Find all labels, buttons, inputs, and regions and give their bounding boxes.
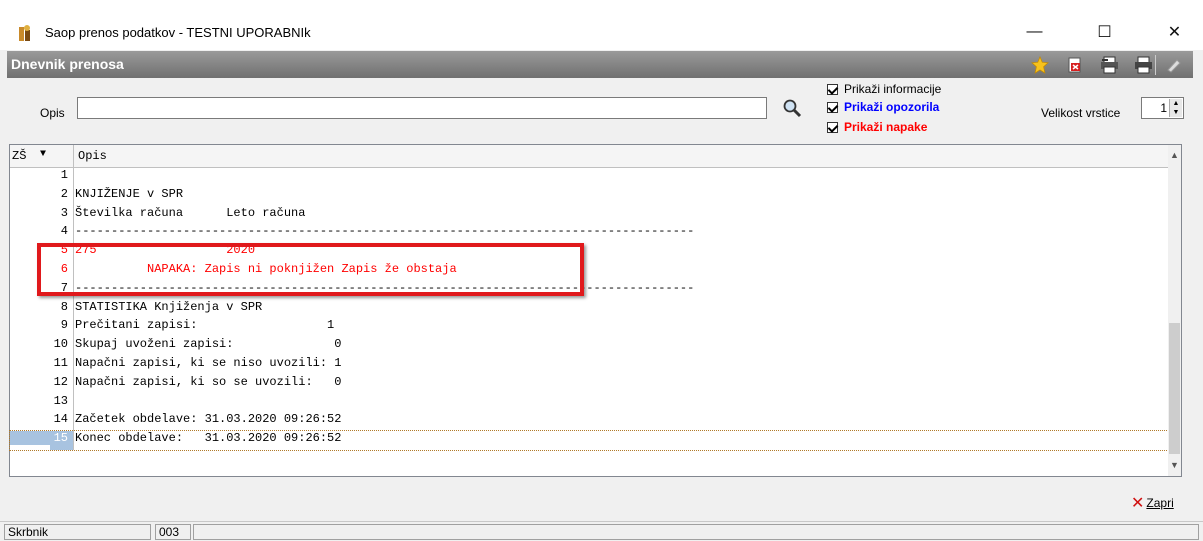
table-row[interactable]: 1 xyxy=(10,168,1168,187)
row-text: Prečitani zapisi: 1 xyxy=(75,318,335,333)
row-size-stepper[interactable]: 1 ▲ ▼ xyxy=(1141,97,1184,119)
status-user: Skrbnik xyxy=(4,524,151,540)
window-title: Saop prenos podatkov - TESTNI UPORABNIk xyxy=(45,25,311,40)
table-row[interactable]: 10 Skupaj uvoženi zapisi: 0 xyxy=(10,337,1168,357)
sort-arrow-icon[interactable]: ▼ xyxy=(40,149,46,160)
vertical-scrollbar[interactable]: ▲ ▼ xyxy=(1168,145,1181,476)
table-row[interactable]: 15 Konec obdelave: 31.03.2020 09:26:52 xyxy=(9,430,1169,452)
print-preview-icon[interactable] xyxy=(1099,54,1121,76)
close-button[interactable]: ✕ Zapri xyxy=(1131,493,1174,513)
table-row[interactable]: 3 Številka računa Leto računa xyxy=(10,205,1168,225)
row-text: STATISTIKA Knjiženja v SPR xyxy=(75,299,263,314)
row-number: 4 xyxy=(60,224,68,239)
grid-header: ZŠ ▼ Opis xyxy=(10,145,1168,168)
search-icon[interactable] xyxy=(778,94,806,122)
show-warnings-label: Prikaži opozorila xyxy=(844,100,940,114)
status-code: 003 xyxy=(155,524,191,540)
opis-search-input[interactable] xyxy=(77,97,767,119)
row-number: 11 xyxy=(53,356,68,370)
column-divider xyxy=(73,224,74,244)
show-info-label: Prikaži informacije xyxy=(844,82,942,96)
column-divider xyxy=(73,374,74,394)
print-icon[interactable] xyxy=(1133,54,1155,76)
maximize-button[interactable]: ☐ xyxy=(1082,14,1127,50)
row-size-label: Velikost vrstice xyxy=(1041,106,1121,120)
error-highlight-box xyxy=(37,243,584,296)
row-number: 12 xyxy=(53,374,68,389)
opis-label: Opis xyxy=(40,106,65,120)
row-number: 8 xyxy=(60,299,68,314)
column-divider xyxy=(73,205,74,225)
show-errors-checkbox[interactable]: Prikaži napake xyxy=(827,120,927,134)
checkbox-checked-icon[interactable] xyxy=(827,83,838,95)
app-icon xyxy=(16,24,36,44)
row-number: 15 xyxy=(10,431,68,446)
row-text: ----------------------------------------… xyxy=(75,224,695,239)
row-text: Konec obdelave: 31.03.2020 09:26:52 xyxy=(75,431,342,446)
scroll-down-icon[interactable]: ▼ xyxy=(1170,460,1179,470)
window-title-bar: Saop prenos podatkov - TESTNI UPORABNIk … xyxy=(0,0,1203,50)
column-opis-header[interactable]: Opis xyxy=(78,149,107,163)
table-row[interactable]: 8 STATISTIKA Knjiženja v SPR xyxy=(10,299,1168,319)
column-divider xyxy=(73,186,74,206)
column-divider xyxy=(73,318,74,338)
row-number: 10 xyxy=(53,337,68,352)
status-extra xyxy=(193,524,1199,540)
column-divider xyxy=(73,168,74,187)
column-divider xyxy=(73,145,74,167)
row-number: 3 xyxy=(60,205,68,220)
panel-header: Dnevnik prenosa xyxy=(7,51,1193,78)
spinner-arrows-icon[interactable]: ▲ ▼ xyxy=(1169,99,1182,117)
table-row[interactable]: 9 Prečitani zapisi: 1 xyxy=(10,318,1168,338)
row-text: Napačni zapisi, ki se niso uvozili: 1 xyxy=(75,356,342,370)
column-divider xyxy=(73,412,74,432)
row-number: 2 xyxy=(60,186,68,201)
scroll-up-icon[interactable]: ▲ xyxy=(1170,150,1179,160)
table-row[interactable]: 2 KNJIŽENJE v SPR xyxy=(10,186,1168,206)
log-grid[interactable]: ZŠ ▼ Opis 1 2 KNJIŽENJE v SPR 3 Številka rač… xyxy=(9,144,1182,477)
row-text: Napačni zapisi, ki so se uvozili: 0 xyxy=(75,374,342,389)
row-number: 1 xyxy=(60,168,68,182)
row-text: Začetek obdelave: 31.03.2020 09:26:52 xyxy=(75,412,342,427)
table-row[interactable]: 11 Napačni zapisi, ki se niso uvozili: 1 xyxy=(10,356,1168,375)
row-number: 9 xyxy=(60,318,68,333)
column-zs-header[interactable]: ZŠ xyxy=(12,149,26,163)
checkbox-checked-icon[interactable] xyxy=(827,121,838,133)
close-button-label: Zapri xyxy=(1146,496,1174,510)
column-divider xyxy=(73,431,74,451)
table-row[interactable]: 14 Začetek obdelave: 31.03.2020 09:26:52 xyxy=(10,412,1168,432)
table-row[interactable]: 4 ---------------------------------------… xyxy=(10,224,1168,244)
column-divider xyxy=(73,337,74,357)
toolbar-divider xyxy=(1155,55,1156,75)
show-errors-label: Prikaži napake xyxy=(844,120,928,134)
table-row[interactable]: 12 Napačni zapisi, ki so se uvozili: 0 xyxy=(10,374,1168,394)
close-x-icon: ✕ xyxy=(1131,495,1145,512)
row-number: 13 xyxy=(53,393,68,408)
show-info-checkbox[interactable]: Prikaži informacije xyxy=(827,82,941,96)
minimize-button[interactable]: — xyxy=(1012,14,1057,50)
column-divider xyxy=(73,393,74,413)
table-row[interactable]: 13 xyxy=(10,393,1168,413)
row-number: 14 xyxy=(53,412,68,427)
show-warnings-checkbox[interactable]: Prikaži opozorila xyxy=(827,100,939,114)
column-divider xyxy=(73,356,74,375)
help-icon[interactable] xyxy=(1163,54,1185,76)
checkbox-checked-icon[interactable] xyxy=(827,101,838,113)
panel-title: Dnevnik prenosa xyxy=(11,56,124,72)
row-text: Številka računa Leto računa xyxy=(75,205,306,220)
row-text: Skupaj uvoženi zapisi: 0 xyxy=(75,337,342,352)
column-divider xyxy=(73,299,74,319)
row-size-value: 1 xyxy=(1160,101,1167,115)
status-bar: Skrbnik 003 xyxy=(0,521,1203,541)
row-text: KNJIŽENJE v SPR xyxy=(75,186,184,201)
scrollbar-thumb[interactable] xyxy=(1169,323,1180,454)
close-window-button[interactable]: ✕ xyxy=(1152,14,1197,50)
star-icon[interactable] xyxy=(1029,54,1051,76)
export-icon[interactable] xyxy=(1064,54,1086,76)
